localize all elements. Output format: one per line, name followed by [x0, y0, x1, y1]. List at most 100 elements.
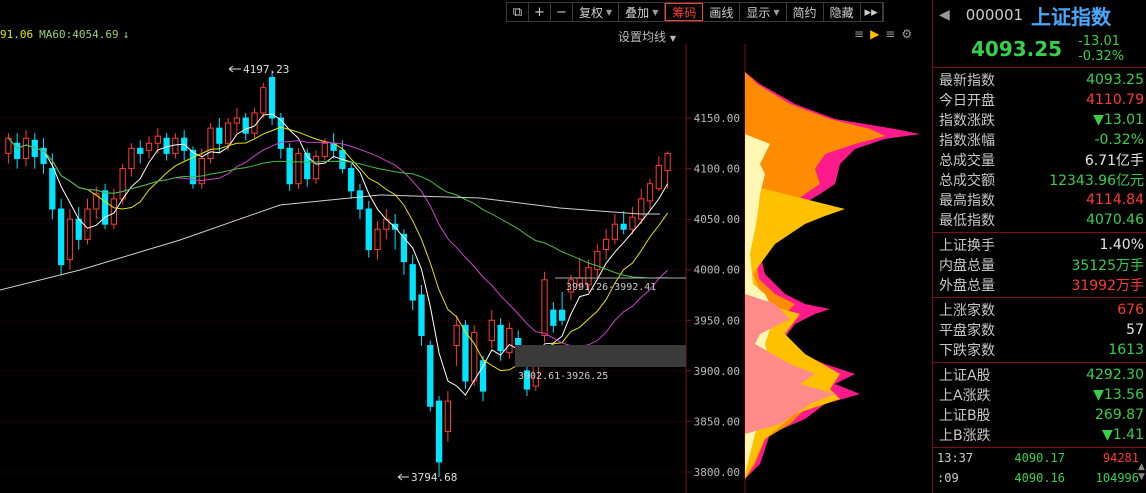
- quote-row: 上B涨跌 ▼1.41: [933, 425, 1146, 445]
- candle-body: [374, 228, 381, 250]
- candle-body: [462, 324, 469, 382]
- price-change-pct: -0.32%: [1078, 48, 1125, 64]
- chevron-down-icon: ▼: [773, 7, 780, 17]
- toolbar-button-8[interactable]: 简约: [787, 3, 824, 21]
- chart-tools: ≡ ▶ ≡ ⚙: [854, 27, 912, 41]
- candle-body: [629, 216, 636, 230]
- quote-label: 今日开盘: [939, 93, 995, 109]
- quote-value: ▼13.56: [1093, 387, 1144, 403]
- quote-group-volume: 上证换手 1.40% 内盘总量 35125万手 外盘总量 31992万手: [933, 233, 1146, 298]
- tick-list[interactable]: 13:37 4090.17 94281:09 4090.16 104996:124089…: [933, 448, 1146, 493]
- ma-legend: 91.06 MA60:4054.69 ↓: [0, 28, 129, 41]
- quote-row: 下跌家数 1613: [933, 340, 1146, 360]
- chevron-down-icon: ▼: [606, 7, 613, 17]
- candle-body: [348, 168, 355, 192]
- candle-body: [655, 165, 662, 190]
- candle-body: [286, 147, 293, 185]
- quote-value: 4292.30: [1086, 367, 1144, 383]
- candle-body: [57, 208, 65, 266]
- set-ma-button[interactable]: 设置均线 ▼: [618, 28, 676, 45]
- quote-label: 内盘总量: [939, 258, 995, 274]
- toolbar-button-5[interactable]: 筹码: [665, 3, 704, 21]
- candle-body: [506, 327, 513, 354]
- candle-body: [497, 324, 504, 352]
- quote-label: 总成交额: [939, 173, 995, 189]
- stock-chart-window: ⧉ + − 复权 ▼ 叠加 ▼ 筹码 画线 显示 ▼ 简约 隐藏 ▸▸ 91.06 MA60:4054.6…: [0, 0, 1146, 493]
- zoom-in-icon[interactable]: +: [529, 3, 551, 21]
- candle-body: [242, 117, 249, 134]
- candle-body: [22, 137, 30, 159]
- quote-value: 269.87: [1095, 407, 1144, 423]
- stock-code: 000001: [965, 6, 1024, 24]
- low-label: 3794.68: [411, 471, 457, 484]
- quote-row: 上A涨跌 ▼13.56: [933, 385, 1146, 405]
- toolbar-button-label: ▸▸: [864, 4, 878, 20]
- candle-body: [154, 135, 161, 144]
- tick-row: :124089.9764752: [933, 488, 1146, 493]
- gear-icon[interactable]: ⚙: [901, 27, 912, 41]
- candle-body: [128, 147, 135, 170]
- list-icon[interactable]: ≡: [854, 27, 864, 41]
- toolbar-button-label: 显示: [746, 5, 771, 20]
- quote-row: 总成交量 6.71亿手: [933, 150, 1146, 170]
- scroll-handle[interactable]: ▲ ▼: [1138, 462, 1146, 492]
- candle-body: [638, 198, 645, 220]
- toolbar-button-label: 简约: [792, 5, 817, 20]
- candle-body: [409, 264, 416, 301]
- y-tick-label: 4100.00: [694, 163, 740, 176]
- quote-value: 1.40%: [1099, 237, 1144, 253]
- chevron-down-icon: ▼: [652, 7, 659, 17]
- restore-icon[interactable]: ⧉: [507, 3, 529, 21]
- tick-time: :09: [937, 471, 959, 485]
- quote-group-breadth: 上涨家数 676 平盘家数 57 下跌家数 1613: [933, 298, 1146, 363]
- zoom-out-icon[interactable]: −: [551, 3, 573, 21]
- toolbar-button-label: 叠加: [625, 5, 650, 20]
- candle-body: [488, 319, 495, 342]
- high-arrow-icon: [228, 65, 241, 73]
- toolbar-button-label: +: [534, 4, 545, 20]
- quote-value: 35125万手: [1071, 258, 1144, 274]
- quote-label: 下跌家数: [939, 343, 995, 359]
- quote-label: 外盘总量: [939, 278, 995, 294]
- candle-body: [453, 324, 460, 347]
- candlestick-chart[interactable]: 4150.00 4100.00 4050.00 4000.00 3950.00 3900.…: [0, 44, 930, 493]
- candle-body: [365, 208, 372, 250]
- quote-row: 最低指数 4070.46: [933, 210, 1146, 230]
- candle-body: [444, 400, 452, 433]
- candle-body: [163, 137, 170, 154]
- quote-row: 上涨家数 676: [933, 300, 1146, 320]
- quote-row: 上证A股 4292.30: [933, 365, 1146, 385]
- quote-row: 最高指数 4114.84: [933, 190, 1146, 210]
- toolbar-button-9[interactable]: 隐藏: [824, 3, 861, 21]
- toolbar-button-6[interactable]: 画线: [703, 3, 741, 21]
- quote-label: 上证换手: [939, 238, 995, 254]
- quote-row: 上证B股 269.87: [933, 405, 1146, 425]
- chip-band: [515, 345, 686, 367]
- candle-body: [418, 294, 425, 336]
- toolbar-button-7[interactable]: 显示 ▼: [740, 3, 787, 21]
- quote-panel: ◀ 000001 上证指数 4093.25 -13.01 -0.32% 最新指数…: [932, 0, 1146, 493]
- toolbar-button-3[interactable]: 复权 ▼: [573, 3, 620, 21]
- quote-label: 最高指数: [939, 193, 995, 209]
- quote-row: 指数涨幅 -0.32%: [933, 130, 1146, 150]
- quote-value: 57: [1126, 322, 1144, 338]
- play-icon[interactable]: ▶: [870, 27, 879, 41]
- y-tick-label: 3850.00: [694, 415, 740, 428]
- y-tick-label: 3900.00: [694, 365, 740, 378]
- candle-body: [224, 122, 232, 144]
- candle-body: [145, 142, 153, 151]
- toolbar-button-4[interactable]: 叠加 ▼: [619, 3, 666, 21]
- expand-icon[interactable]: ▸▸: [861, 3, 883, 21]
- ma60-arrow-icon: ↓: [122, 28, 130, 41]
- quote-row: 上证换手 1.40%: [933, 235, 1146, 255]
- quote-label: 平盘家数: [939, 323, 995, 339]
- tick-price: 4090.17: [1014, 451, 1065, 465]
- quote-value: -0.32%: [1094, 132, 1144, 148]
- price-change: -13.01: [1078, 33, 1121, 49]
- quote-row: 内盘总量 35125万手: [933, 255, 1146, 275]
- set-ma-label: 设置均线: [618, 30, 667, 44]
- candle-body: [260, 87, 267, 114]
- menu-icon[interactable]: ≡: [885, 27, 895, 41]
- back-arrow-icon[interactable]: ◀: [939, 7, 950, 23]
- y-tick-label: 3950.00: [694, 314, 740, 327]
